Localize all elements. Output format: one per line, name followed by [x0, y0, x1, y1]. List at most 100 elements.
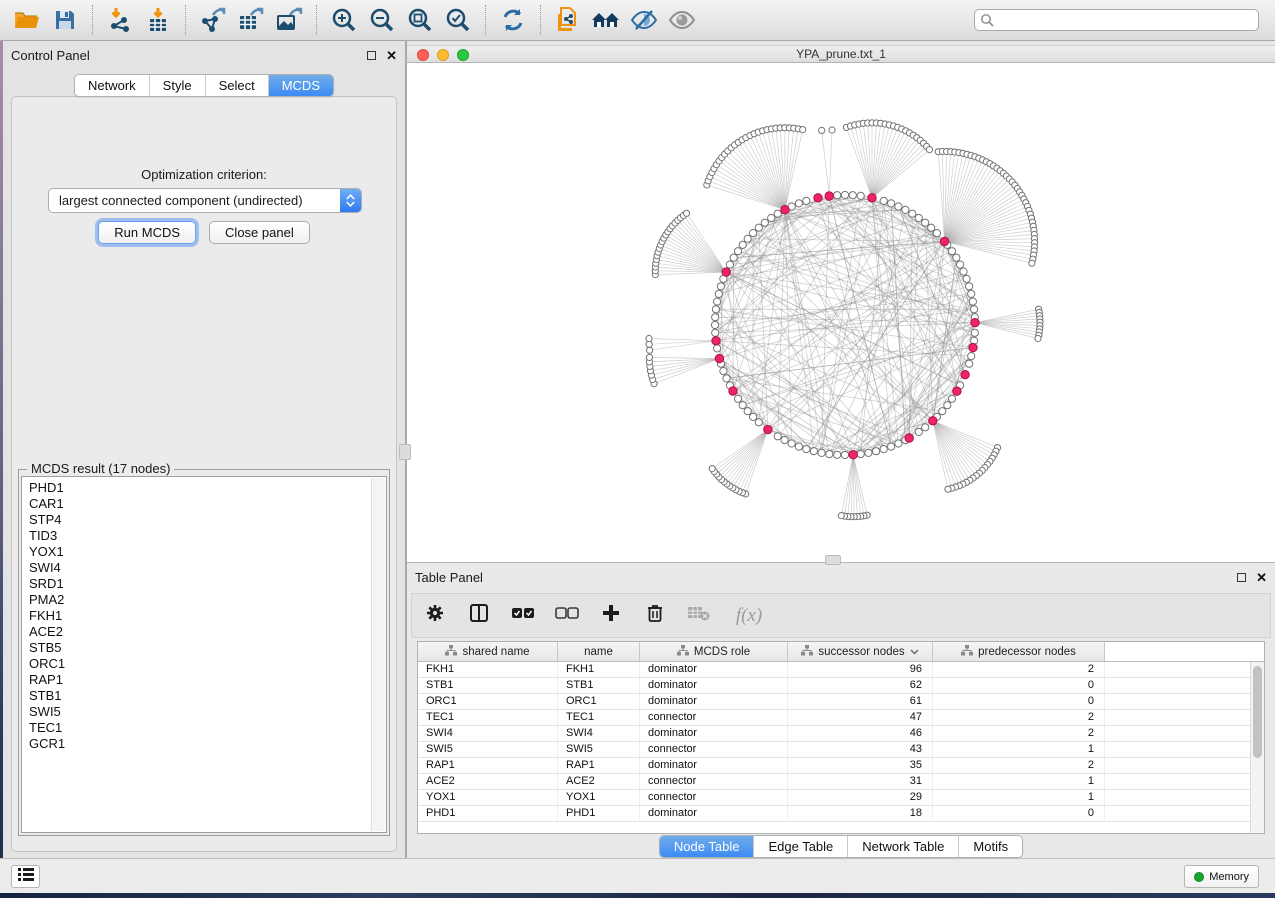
mcds-result-item[interactable]: PHD1: [29, 480, 365, 496]
zoom-in-button[interactable]: [325, 4, 363, 36]
table-row[interactable]: TEC1TEC1connector472: [418, 710, 1250, 726]
export-table-button[interactable]: [232, 4, 270, 36]
control-tab-select[interactable]: Select: [205, 75, 268, 96]
float-table-panel-button[interactable]: [1237, 573, 1246, 582]
mcds-result-item[interactable]: STB1: [29, 688, 365, 704]
table-tab-network-table[interactable]: Network Table: [847, 836, 958, 857]
column-header-successor-nodes[interactable]: successor nodes: [788, 642, 933, 661]
network-node: [834, 451, 841, 458]
zoom-selected-button[interactable]: [439, 4, 477, 36]
import-table-button[interactable]: [139, 4, 177, 36]
control-tab-style[interactable]: Style: [149, 75, 205, 96]
close-table-panel-button[interactable]: ✕: [1256, 571, 1267, 584]
tree-column-icon: [677, 645, 689, 659]
column-header-mcds-role[interactable]: MCDS role: [640, 642, 788, 661]
table-cell-mcds-role: dominator: [640, 758, 788, 773]
table-row[interactable]: PHD1PHD1dominator180: [418, 806, 1250, 822]
vertical-splitter-grip[interactable]: [399, 444, 411, 460]
window-minimize-button[interactable]: [437, 49, 449, 61]
table-row[interactable]: ORC1ORC1dominator610: [418, 694, 1250, 710]
table-cell-mcds-role: connector: [640, 774, 788, 789]
delete-table-button[interactable]: [686, 601, 712, 631]
column-header-shared-name[interactable]: shared name: [418, 642, 558, 661]
mcds-result-item[interactable]: GCR1: [29, 736, 365, 752]
network-node: [750, 230, 757, 237]
run-mcds-button[interactable]: Run MCDS: [98, 221, 196, 244]
mcds-result-item[interactable]: PMA2: [29, 592, 365, 608]
mcds-result-item[interactable]: RAP1: [29, 672, 365, 688]
mcds-result-item[interactable]: FKH1: [29, 608, 365, 624]
memory-button[interactable]: Memory: [1184, 865, 1259, 888]
table-row[interactable]: YOX1YOX1connector291: [418, 790, 1250, 806]
task-history-button[interactable]: [11, 865, 40, 888]
show-graphics-details-button[interactable]: [663, 4, 701, 36]
eye-icon: [668, 8, 696, 32]
table-cell-filler: [1105, 678, 1250, 693]
zoom-fit-button[interactable]: [401, 4, 439, 36]
window-close-button[interactable]: [417, 49, 429, 61]
control-tab-mcds[interactable]: MCDS: [268, 75, 333, 96]
table-row[interactable]: SWI5SWI5connector431: [418, 742, 1250, 758]
table-tab-motifs[interactable]: Motifs: [958, 836, 1022, 857]
select-all-button[interactable]: [510, 601, 536, 631]
mcds-result-item[interactable]: TEC1: [29, 720, 365, 736]
close-panel-button-mcds[interactable]: Close panel: [209, 221, 310, 244]
table-settings-button[interactable]: [422, 601, 448, 631]
hide-graphics-details-button[interactable]: [625, 4, 663, 36]
import-network-button[interactable]: [101, 4, 139, 36]
criterion-dropdown[interactable]: largest connected component (undirected): [48, 188, 362, 213]
table-row[interactable]: STB1STB1dominator620: [418, 678, 1250, 694]
save-session-button[interactable]: [46, 4, 84, 36]
network-canvas[interactable]: [407, 64, 1275, 562]
delete-column-button[interactable]: [642, 601, 668, 631]
search-input[interactable]: [974, 9, 1259, 31]
table-tab-edge-table[interactable]: Edge Table: [753, 836, 847, 857]
mcds-node: [712, 337, 720, 345]
apply-layout-button[interactable]: [494, 4, 532, 36]
table-vertical-scrollbar[interactable]: [1250, 662, 1264, 833]
mcds-result-item[interactable]: STP4: [29, 512, 365, 528]
horizontal-splitter-grip[interactable]: [825, 555, 841, 565]
table-tab-node-table[interactable]: Node Table: [660, 836, 754, 857]
clone-network-button[interactable]: [549, 4, 587, 36]
window-zoom-button[interactable]: [457, 49, 469, 61]
network-node: [781, 437, 788, 444]
table-panel-titlebar: Table Panel ✕: [407, 563, 1275, 591]
table-row[interactable]: RAP1RAP1dominator352: [418, 758, 1250, 774]
table-scrollbar-thumb[interactable]: [1253, 666, 1262, 758]
table-cell-shared-name: RAP1: [418, 758, 558, 773]
control-tab-network[interactable]: Network: [75, 75, 149, 96]
show-columns-button[interactable]: [466, 601, 492, 631]
table-cell-shared-name: SWI4: [418, 726, 558, 741]
mcds-result-item[interactable]: YOX1: [29, 544, 365, 560]
create-column-button[interactable]: [598, 601, 624, 631]
mcds-result-item[interactable]: STB5: [29, 640, 365, 656]
table-cell-filler: [1105, 694, 1250, 709]
column-header-predecessor-nodes[interactable]: predecessor nodes: [933, 642, 1105, 661]
mcds-list-scrollbar[interactable]: [371, 478, 385, 831]
mcds-result-item[interactable]: ORC1: [29, 656, 365, 672]
export-image-button[interactable]: [270, 4, 308, 36]
table-row[interactable]: SWI4SWI4dominator462: [418, 726, 1250, 742]
float-panel-button[interactable]: [367, 51, 376, 60]
mcds-result-item[interactable]: CAR1: [29, 496, 365, 512]
mcds-result-item[interactable]: ACE2: [29, 624, 365, 640]
table-row[interactable]: FKH1FKH1dominator962: [418, 662, 1250, 678]
list-icon: [18, 868, 34, 886]
network-node: [714, 298, 721, 305]
columns-icon: [469, 603, 489, 628]
mcds-result-item[interactable]: SWI4: [29, 560, 365, 576]
zoom-out-button[interactable]: [363, 4, 401, 36]
first-neighbors-button[interactable]: [587, 4, 625, 36]
column-header-name[interactable]: name: [558, 642, 640, 661]
mcds-result-item[interactable]: SRD1: [29, 576, 365, 592]
function-builder-button[interactable]: f(x): [730, 601, 768, 631]
close-panel-button[interactable]: ✕: [386, 49, 397, 62]
open-session-button[interactable]: [8, 4, 46, 36]
table-row[interactable]: ACE2ACE2connector311: [418, 774, 1250, 790]
export-network-button[interactable]: [194, 4, 232, 36]
network-node: [734, 395, 741, 402]
mcds-result-item[interactable]: SWI5: [29, 704, 365, 720]
deselect-all-button[interactable]: [554, 601, 580, 631]
mcds-result-item[interactable]: TID3: [29, 528, 365, 544]
